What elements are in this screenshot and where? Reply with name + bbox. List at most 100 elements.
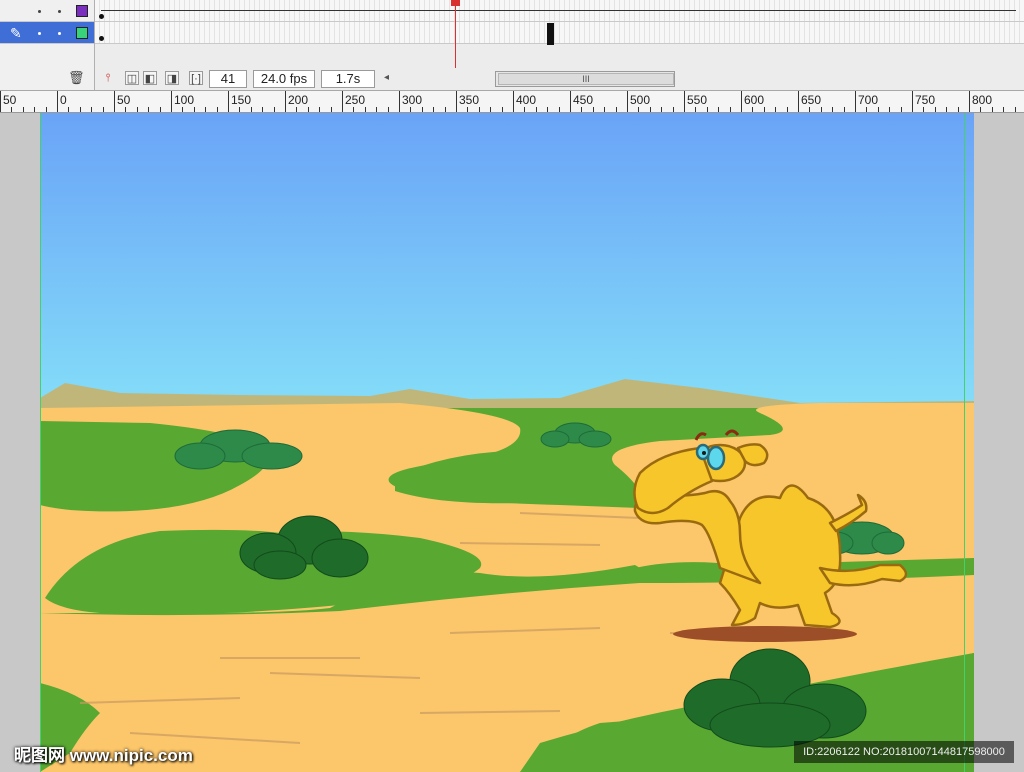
center-frame-icon[interactable]: ⫯	[101, 71, 115, 85]
ruler-major-tick	[171, 91, 172, 112]
ruler-major-tick	[342, 91, 343, 112]
ruler-major-tick	[228, 91, 229, 112]
current-frame-marker[interactable]	[547, 23, 554, 45]
ruler-minor-tick	[786, 107, 788, 112]
ruler-major-tick	[285, 91, 286, 112]
ruler-minor-tick	[319, 107, 321, 112]
desert-scene	[40, 113, 974, 772]
ruler-label: 250	[345, 93, 366, 107]
ruler-minor-tick	[102, 107, 104, 112]
ruler-minor-tick	[820, 107, 822, 112]
scrollbar-thumb[interactable]: III	[498, 73, 674, 85]
ruler-minor-tick	[68, 107, 70, 112]
stage-canvas[interactable]	[40, 113, 974, 772]
ruler-minor-tick	[159, 107, 161, 112]
keyframe-dot[interactable]	[99, 14, 104, 19]
ruler-label: 350	[459, 93, 480, 107]
ruler-minor-tick	[946, 107, 948, 112]
ruler-minor-tick	[615, 107, 617, 112]
trash-icon[interactable]: 🗑	[68, 71, 85, 85]
modify-markers-icon[interactable]: [·]	[189, 71, 203, 85]
ruler-minor-tick	[547, 107, 549, 112]
ruler-minor-tick	[809, 107, 811, 112]
ruler-minor-tick	[273, 107, 275, 112]
timeline-scrollbar[interactable]: III	[495, 71, 675, 87]
onion-outline-icon[interactable]: ◧	[143, 71, 157, 85]
ruler-minor-tick	[1003, 107, 1005, 112]
ruler-label: 100	[174, 93, 195, 107]
ruler-minor-tick	[991, 107, 993, 112]
ruler-label: 150	[231, 93, 252, 107]
visibility-dot[interactable]	[38, 32, 41, 35]
ruler-label: 300	[402, 93, 423, 107]
lock-dot[interactable]	[58, 10, 61, 13]
ruler-minor-tick	[934, 107, 936, 112]
ruler-minor-tick	[775, 107, 777, 112]
ruler-minor-tick	[45, 107, 47, 112]
ruler-minor-tick	[900, 107, 902, 112]
ruler-minor-tick	[444, 107, 446, 112]
ruler-minor-tick	[250, 107, 252, 112]
ruler-minor-tick	[364, 107, 366, 112]
ruler-label: 550	[687, 93, 708, 107]
ruler-label: 700	[858, 93, 879, 107]
ruler-major-tick	[456, 91, 457, 112]
ruler-minor-tick	[649, 107, 651, 112]
playhead-line[interactable]	[455, 0, 456, 68]
ruler-minor-tick	[706, 107, 708, 112]
keyframe-dot[interactable]	[99, 36, 104, 41]
ruler-major-tick	[741, 91, 742, 112]
ruler-major-tick	[114, 91, 115, 112]
ruler-minor-tick	[91, 107, 93, 112]
ruler-label: 800	[972, 93, 993, 107]
layer-row-2[interactable]: ✎	[0, 22, 94, 44]
layer-color-swatch[interactable]	[76, 27, 88, 39]
ruler-minor-tick	[387, 107, 389, 112]
scroll-left-icon[interactable]: ◂	[384, 72, 389, 83]
watermark-text: 昵图网 www.nipic.com	[14, 746, 193, 765]
ruler-minor-tick	[923, 107, 925, 112]
stage-guide-left[interactable]	[40, 113, 41, 772]
edit-multiple-frames-icon[interactable]: ◨	[165, 71, 179, 85]
layer-color-swatch[interactable]	[76, 5, 88, 17]
ruler-minor-tick	[433, 107, 435, 112]
ruler-minor-tick	[34, 107, 36, 112]
ruler-label: 650	[801, 93, 822, 107]
lock-dot[interactable]	[58, 32, 61, 35]
ruler-minor-tick	[866, 107, 868, 112]
ruler-minor-tick	[729, 107, 731, 112]
ruler-minor-tick	[535, 107, 537, 112]
motion-tween-line	[101, 10, 1016, 11]
ruler-minor-tick	[638, 107, 640, 112]
ruler-minor-tick	[205, 107, 207, 112]
image-id-badge: ID:2206122 NO:20181007144817598000	[794, 741, 1014, 763]
ruler-minor-tick	[604, 107, 606, 112]
ruler-minor-tick	[501, 107, 503, 112]
layer-row-1[interactable]	[0, 0, 94, 22]
ruler-label: 500	[630, 93, 651, 107]
frame-row-2[interactable]	[95, 22, 1024, 44]
ruler-major-tick	[969, 91, 970, 112]
timeline-controls: ⫯ ◫ ◧ ◨ [·] 41 24.0 fps 1.7s ◂ III	[95, 68, 1024, 90]
frame-row-1[interactable]	[95, 0, 1024, 22]
horizontal-ruler: 50 0 50 100 150 200 250 300 350 400 450 500 550 600 65…	[0, 91, 1024, 113]
ruler-label: 200	[288, 93, 309, 107]
ruler-major-tick	[57, 91, 58, 112]
ruler-minor-tick	[353, 107, 355, 112]
ruler-major-tick	[855, 91, 856, 112]
timeline-panel: ✎ 🗑 ⫯ ◫ ◧ ◨ [·] 41 24.0 fps 1.7s ◂ III	[0, 0, 1024, 91]
ruler-minor-tick	[296, 107, 298, 112]
ruler-minor-tick	[148, 107, 150, 112]
ruler-minor-tick	[832, 107, 834, 112]
ruler-minor-tick	[262, 107, 264, 112]
frame-grid[interactable]	[95, 0, 1024, 68]
frame-rate-field[interactable]: 24.0 fps	[253, 70, 315, 88]
ruler-minor-tick	[592, 107, 594, 112]
onion-skin-icon[interactable]: ◫	[125, 71, 139, 85]
ruler-minor-tick	[843, 107, 845, 112]
ruler-minor-tick	[558, 107, 560, 112]
pencil-icon: ✎	[10, 25, 22, 41]
visibility-dot[interactable]	[38, 10, 41, 13]
ruler-minor-tick	[980, 107, 982, 112]
stage-guide-right[interactable]	[964, 113, 965, 772]
